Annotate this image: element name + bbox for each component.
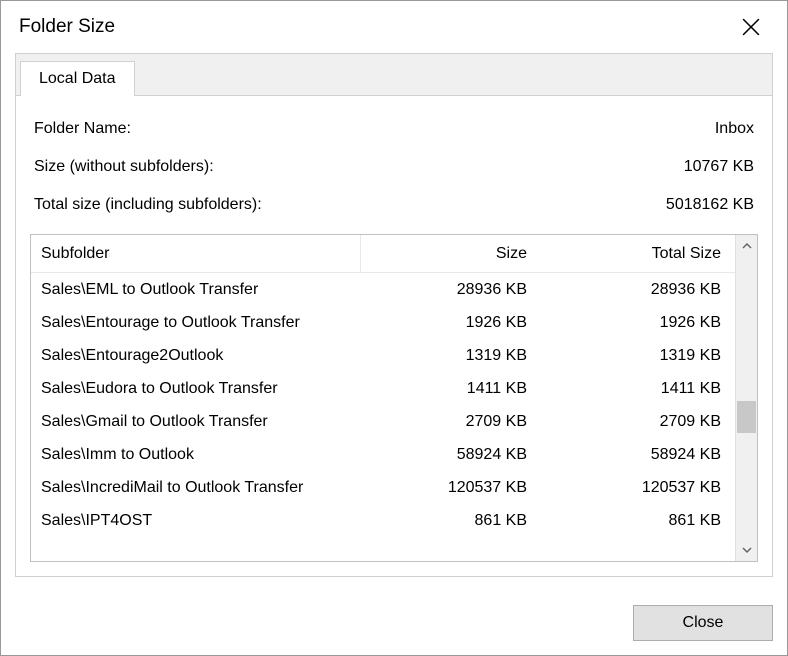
size-row: Size (without subfolders): 10767 KB: [30, 148, 758, 186]
cell-total: 58924 KB: [541, 446, 735, 464]
cell-size: 28936 KB: [361, 281, 541, 299]
tab-panel: Folder Name: Inbox Size (without subfold…: [15, 95, 773, 577]
close-button[interactable]: Close: [633, 605, 773, 641]
scroll-up-icon[interactable]: [736, 235, 757, 257]
close-icon[interactable]: [733, 9, 769, 45]
total-size-label: Total size (including subfolders):: [34, 196, 262, 214]
total-size-value: 5018162 KB: [666, 196, 754, 214]
cell-total: 1926 KB: [541, 314, 735, 332]
cell-size: 1319 KB: [361, 347, 541, 365]
cell-subfolder: Sales\Eudora to Outlook Transfer: [31, 372, 361, 405]
folder-name-row: Folder Name: Inbox: [30, 110, 758, 148]
column-header-subfolder[interactable]: Subfolder: [31, 235, 361, 272]
cell-size: 1411 KB: [361, 380, 541, 398]
scroll-down-icon[interactable]: [736, 539, 757, 561]
cell-total: 28936 KB: [541, 281, 735, 299]
cell-size: 1926 KB: [361, 314, 541, 332]
cell-subfolder: Sales\Imm to Outlook: [31, 438, 361, 471]
cell-subfolder: Sales\IncrediMail to Outlook Transfer: [31, 471, 361, 504]
folder-size-dialog: Folder Size Local Data Folder Name: Inbo…: [0, 0, 788, 656]
column-header-total[interactable]: Total Size: [541, 245, 735, 263]
button-row: Close: [1, 591, 787, 655]
table-row[interactable]: Sales\Imm to Outlook58924 KB58924 KB: [31, 438, 735, 471]
table-row[interactable]: Sales\EML to Outlook Transfer28936 KB289…: [31, 273, 735, 306]
total-size-row: Total size (including subfolders): 50181…: [30, 186, 758, 224]
content-area: Local Data Folder Name: Inbox Size (with…: [1, 53, 787, 591]
cell-total: 861 KB: [541, 512, 735, 530]
cell-total: 1411 KB: [541, 380, 735, 398]
tab-strip: Local Data: [15, 53, 773, 95]
scroll-thumb[interactable]: [737, 401, 756, 433]
tab-label: Local Data: [39, 70, 116, 87]
grid-rows: Sales\EML to Outlook Transfer28936 KB289…: [31, 273, 735, 561]
table-row[interactable]: Sales\Entourage to Outlook Transfer1926 …: [31, 306, 735, 339]
tab-local-data[interactable]: Local Data: [20, 61, 135, 96]
cell-size: 120537 KB: [361, 479, 541, 497]
cell-size: 2709 KB: [361, 413, 541, 431]
folder-name-label: Folder Name:: [34, 120, 131, 138]
grid-header: Subfolder Size Total Size: [31, 235, 735, 273]
table-row[interactable]: Sales\Gmail to Outlook Transfer2709 KB27…: [31, 405, 735, 438]
table-row[interactable]: Sales\IPT4OST861 KB861 KB: [31, 504, 735, 537]
cell-subfolder: Sales\Gmail to Outlook Transfer: [31, 405, 361, 438]
dialog-title: Folder Size: [19, 16, 115, 38]
size-label: Size (without subfolders):: [34, 158, 214, 176]
size-value: 10767 KB: [684, 158, 754, 176]
titlebar: Folder Size: [1, 1, 787, 53]
cell-subfolder: Sales\Entourage2Outlook: [31, 339, 361, 372]
table-row[interactable]: Sales\IncrediMail to Outlook Transfer120…: [31, 471, 735, 504]
cell-subfolder: Sales\EML to Outlook Transfer: [31, 273, 361, 306]
cell-total: 1319 KB: [541, 347, 735, 365]
table-row[interactable]: Sales\Eudora to Outlook Transfer1411 KB1…: [31, 372, 735, 405]
cell-size: 58924 KB: [361, 446, 541, 464]
column-header-size[interactable]: Size: [361, 245, 541, 263]
column-header-subfolder-label: Subfolder: [41, 245, 110, 263]
cell-size: 861 KB: [361, 512, 541, 530]
cell-total: 2709 KB: [541, 413, 735, 431]
grid-body: Subfolder Size Total Size Sales\EML to O…: [31, 235, 735, 561]
cell-total: 120537 KB: [541, 479, 735, 497]
scrollbar[interactable]: [735, 235, 757, 561]
folder-name-value: Inbox: [715, 120, 754, 138]
table-row[interactable]: Sales\Entourage2Outlook1319 KB1319 KB: [31, 339, 735, 372]
cell-subfolder: Sales\IPT4OST: [31, 504, 361, 537]
subfolder-grid: Subfolder Size Total Size Sales\EML to O…: [30, 234, 758, 562]
cell-subfolder: Sales\Entourage to Outlook Transfer: [31, 306, 361, 339]
